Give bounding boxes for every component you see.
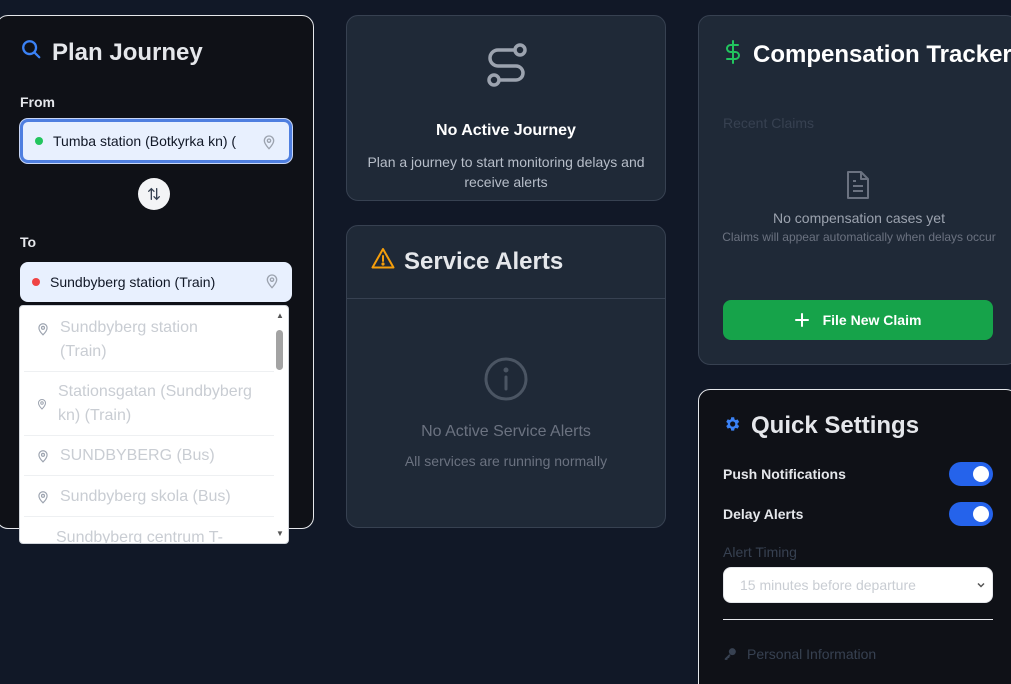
to-input[interactable]: Sundbyberg station (Train)	[20, 262, 292, 302]
from-dot	[35, 137, 43, 145]
quick-settings-card: Quick Settings Push Notifications Delay …	[698, 389, 1011, 684]
dollar-icon	[725, 40, 741, 69]
file-new-claim-button[interactable]: File New Claim	[723, 300, 993, 340]
push-notifications-toggle[interactable]	[949, 462, 993, 486]
suggestion-label: SUNDBYBERG (Bus)	[60, 447, 215, 464]
suggestion-label: Stationsgatan (Sundbyberg kn) (Train)	[58, 383, 252, 424]
delay-alerts-label: Delay Alerts	[723, 506, 804, 522]
dropdown-scrollbar[interactable]: ▲ ▼	[274, 312, 286, 538]
document-icon	[845, 170, 871, 205]
plus-icon	[794, 313, 809, 327]
service-alerts-title: Service Alerts	[404, 247, 564, 275]
personal-information-section[interactable]: Personal Information	[723, 646, 876, 662]
no-journey-text: Plan a journey to start monitoring delay…	[367, 154, 645, 190]
scroll-thumb[interactable]	[276, 330, 283, 370]
compensation-title: Compensation Tracker	[753, 40, 1011, 68]
delay-alerts-toggle[interactable]	[949, 502, 993, 526]
from-input[interactable]: Tumba station (Botkyrka kn) (	[20, 119, 292, 163]
from-input-value: Tumba station (Botkyrka kn) (	[53, 133, 237, 149]
swap-icon	[148, 187, 160, 201]
no-journey-title: No Active Journey	[436, 122, 576, 139]
to-dot	[32, 278, 40, 286]
location-pin-icon[interactable]	[261, 134, 277, 153]
location-pin-icon	[38, 491, 48, 504]
service-alerts-header: Service Alerts	[371, 247, 563, 276]
divider	[347, 298, 665, 299]
location-pin-icon	[38, 323, 48, 336]
compensation-header: Compensation Tracker	[725, 40, 1011, 69]
location-pin-icon[interactable]	[264, 273, 280, 292]
location-pin-icon	[38, 450, 48, 463]
plan-journey-title: Plan Journey	[52, 38, 203, 66]
delay-alerts-row: Delay Alerts	[723, 502, 993, 526]
suggestion-label: Sundbyberg station (Train)	[60, 319, 198, 360]
suggestion-item[interactable]: SUNDBYBERG (Bus)	[24, 436, 274, 476]
warning-icon	[371, 247, 395, 276]
suggestion-label: Sundbyberg centrum T-	[56, 529, 223, 544]
recent-claims-label: Recent Claims	[723, 115, 815, 131]
push-notifications-label: Push Notifications	[723, 466, 846, 482]
search-icon	[20, 38, 42, 67]
file-new-claim-label: File New Claim	[822, 312, 922, 328]
gear-icon	[723, 412, 741, 440]
alert-timing-label: Alert Timing	[723, 544, 797, 560]
suggestion-label: Sundbyberg skola (Bus)	[60, 488, 231, 505]
from-label: From	[20, 94, 55, 110]
to-input-value: Sundbyberg station (Train)	[50, 274, 216, 290]
service-alerts-card: Service Alerts No Active Service Alerts …	[346, 225, 666, 528]
push-notifications-row: Push Notifications	[723, 462, 993, 486]
no-claims-text: Claims will appear automatically when de…	[722, 230, 996, 244]
key-icon	[724, 648, 736, 660]
suggestion-item[interactable]: Sundbyberg skola (Bus)	[24, 477, 274, 517]
no-alerts-title: No Active Service Alerts	[421, 423, 591, 440]
location-pin-icon	[37, 399, 47, 410]
no-claims-title: No compensation cases yet	[773, 210, 945, 226]
personal-information-label: Personal Information	[747, 646, 877, 662]
divider	[723, 619, 993, 620]
to-suggestions-dropdown: Sundbyberg station (Train) Stationsgatan…	[19, 305, 289, 544]
scroll-down-icon[interactable]: ▼	[275, 530, 285, 538]
suggestion-item[interactable]: Sundbyberg centrum T-	[24, 518, 274, 544]
alert-timing-select[interactable]: 15 minutes before departure	[723, 567, 993, 603]
quick-settings-title: Quick Settings	[751, 412, 920, 439]
plan-journey-header: Plan Journey	[20, 38, 203, 67]
no-alerts-text: All services are running normally	[404, 453, 608, 469]
chevron-down-icon	[977, 582, 985, 588]
suggestion-item[interactable]: Sundbyberg station (Train)	[24, 308, 274, 372]
scroll-up-icon[interactable]: ▲	[275, 312, 285, 320]
no-journey-card: No Active Journey Plan a journey to star…	[346, 15, 666, 201]
info-icon	[483, 356, 529, 407]
compensation-tracker-card: Compensation Tracker Recent Claims No co…	[698, 15, 1011, 365]
quick-settings-header: Quick Settings	[723, 412, 919, 440]
to-label: To	[20, 234, 37, 250]
swap-stations-button[interactable]	[138, 178, 170, 210]
alert-timing-value: 15 minutes before departure	[740, 577, 916, 593]
suggestion-item[interactable]: Stationsgatan (Sundbyberg kn) (Train)	[24, 372, 274, 436]
route-icon	[486, 42, 528, 93]
